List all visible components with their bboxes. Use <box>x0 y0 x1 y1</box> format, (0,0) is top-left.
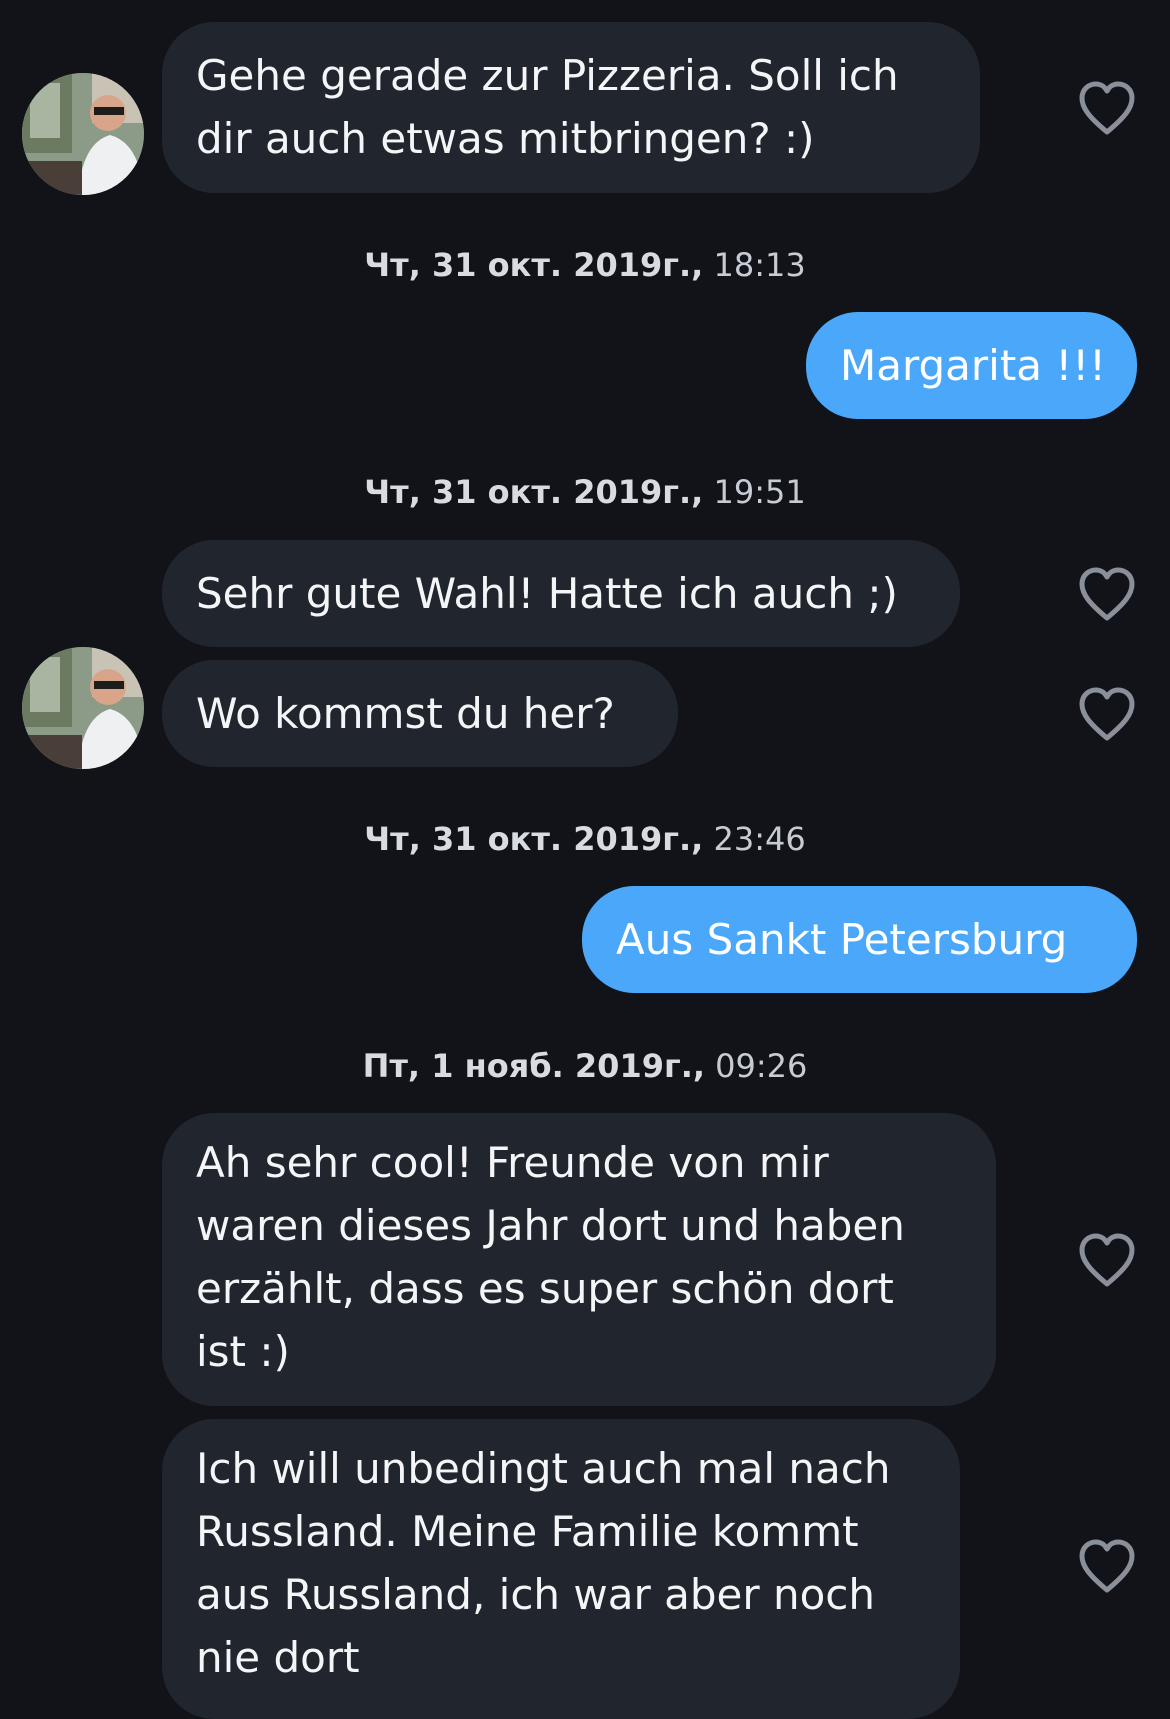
timestamp: Пт, 1 нояб. 2019г., 09:26 <box>362 1047 808 1085</box>
avatar-photo-icon <box>22 647 144 769</box>
like-heart-icon[interactable] <box>1077 1232 1137 1288</box>
incoming-message[interactable]: Gehe gerade zur Pizzeria. Soll ich dir a… <box>162 22 980 193</box>
avatar-photo-icon <box>22 73 144 195</box>
incoming-message[interactable]: Wo kommst du her? <box>162 660 678 767</box>
contact-avatar[interactable] <box>22 647 144 769</box>
like-heart-icon[interactable] <box>1077 1538 1137 1594</box>
outgoing-message[interactable]: Margarita !!! <box>806 312 1137 419</box>
timestamp: Чт, 31 окт. 2019г., 18:13 <box>364 246 806 284</box>
incoming-message[interactable]: Ah sehr cool! Freunde von mir waren dies… <box>162 1113 996 1406</box>
incoming-message[interactable]: Sehr gute Wahl! Hatte ich auch ;) <box>162 540 960 647</box>
like-heart-icon[interactable] <box>1077 686 1137 742</box>
contact-avatar[interactable] <box>22 73 144 195</box>
incoming-message[interactable]: Ich will unbedingt auch mal nach Russlan… <box>162 1419 960 1719</box>
timestamp: Чт, 31 окт. 2019г., 23:46 <box>364 820 806 858</box>
timestamp: Чт, 31 окт. 2019г., 19:51 <box>364 473 806 511</box>
chat-thread: Gehe gerade zur Pizzeria. Soll ich dir a… <box>0 0 1170 1719</box>
like-heart-icon[interactable] <box>1077 80 1137 136</box>
like-heart-icon[interactable] <box>1077 566 1137 622</box>
outgoing-message[interactable]: Aus Sankt Petersburg <box>582 886 1137 993</box>
